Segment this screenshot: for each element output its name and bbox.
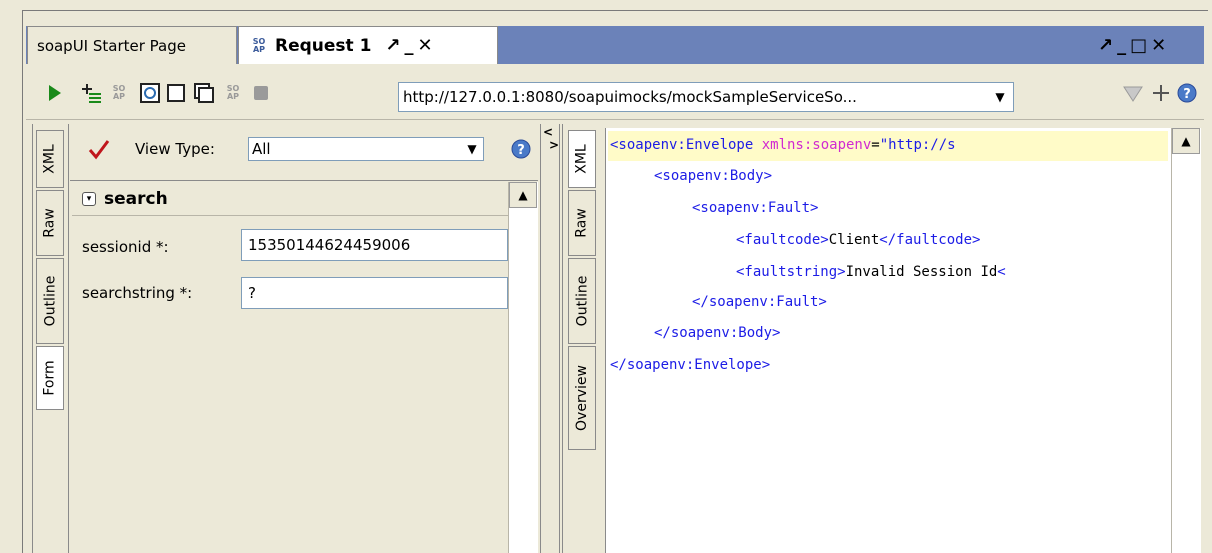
xml-line-3: <soapenv:Fault> [692,200,819,216]
section-header-search[interactable]: ▾ search [72,182,508,216]
close-icon[interactable]: ✕ [1151,35,1170,56]
stop-icon[interactable] [250,82,272,104]
split-view-icon[interactable] [165,82,187,104]
collapse-right-icon[interactable]: > [549,139,559,152]
soap-icon[interactable]: SO AP [108,82,130,104]
validate-icon[interactable] [88,138,110,164]
run-icon[interactable] [44,82,66,104]
searchstring-field[interactable]: ? [241,277,508,309]
section-title: search [104,188,168,209]
sessionid-field[interactable]: 15350144624459006 [241,229,508,261]
float-icon[interactable]: ↗ [1098,35,1117,56]
svg-text:?: ? [517,143,525,158]
collapse-icon[interactable]: ▾ [82,191,96,206]
xml-line-4: <faultcode>Client</faultcode> [736,232,981,248]
tab-soapui-starter-page[interactable]: soapUI Starter Page [27,26,237,64]
tab-xml-response[interactable]: XML [568,130,596,188]
desktop-window-controls: ↗ _ □ ✕ [1098,33,1170,57]
xml-line-1: <soapenv:Envelope xmlns:soapenv="http://… [610,137,956,153]
tab-label: soapUI Starter Page [37,36,186,55]
scroll-up-icon[interactable]: ▲ [509,182,537,208]
tab-raw-request[interactable]: Raw [36,190,64,256]
ws-a-icon[interactable] [1120,82,1146,104]
xml-line-8: </soapenv:Envelope> [610,357,771,373]
view-type-select[interactable]: All ▼ [248,137,484,161]
maximize-icon[interactable]: □ [1130,35,1151,56]
tab-form-request[interactable]: Form [36,346,64,410]
xml-line-5: <faultstring>Invalid Session Id< [736,264,1006,280]
xml-line-7: </soapenv:Body> [654,325,781,341]
soap-icon: SO AP [252,36,266,54]
close-icon[interactable]: ✕ [418,35,437,56]
help-icon[interactable]: ? [1176,82,1198,104]
aut-icon[interactable] [139,82,161,104]
tab-label: Request 1 [275,35,372,56]
endpoint-dropdown[interactable]: http://127.0.0.1:8080/soapuimocks/mockSa… [398,82,1014,112]
xml-line-2: <soapenv:Body> [654,168,773,184]
tab-window-controls: ↗_✕ [385,35,436,56]
xml-line-6: </soapenv:Fault> [692,294,827,310]
endpoint-url: http://127.0.0.1:8080/soapuimocks/mockSa… [403,88,857,106]
float-icon[interactable]: ↗ [385,35,404,56]
searchstring-label: searchstring *: [82,284,193,302]
split-tabs-icon[interactable] [193,82,215,104]
soap-icon[interactable]: SO AP [222,82,244,104]
tab-outline-response[interactable]: Outline [568,258,596,344]
splitter-arrows: < > [543,126,559,152]
tab-request-1[interactable]: SO AP Request 1 ↗_✕ [238,26,498,64]
tab-xml-request[interactable]: XML [36,130,64,188]
svg-text:?: ? [1183,87,1191,102]
sessionid-label: sessionid *: [82,238,169,256]
minimize-icon[interactable]: _ [405,35,418,56]
scroll-up-icon[interactable]: ▲ [1172,128,1200,154]
tab-outline-request[interactable]: Outline [36,258,64,344]
form-scrollbar[interactable]: ▲ [508,182,538,553]
chevron-down-icon[interactable]: ▼ [461,142,483,156]
view-type-label: View Type: [135,140,215,158]
minimize-icon[interactable]: _ [1117,35,1130,56]
help-icon[interactable]: ? [511,139,531,163]
add-icon[interactable] [1150,82,1172,104]
tab-raw-response[interactable]: Raw [568,190,596,256]
tab-overview-response[interactable]: Overview [568,346,596,450]
add-assertion-icon[interactable] [80,82,102,104]
chevron-down-icon[interactable]: ▼ [987,90,1013,104]
panel-splitter[interactable] [540,124,560,553]
editor-scrollbar[interactable]: ▲ [1171,128,1201,553]
